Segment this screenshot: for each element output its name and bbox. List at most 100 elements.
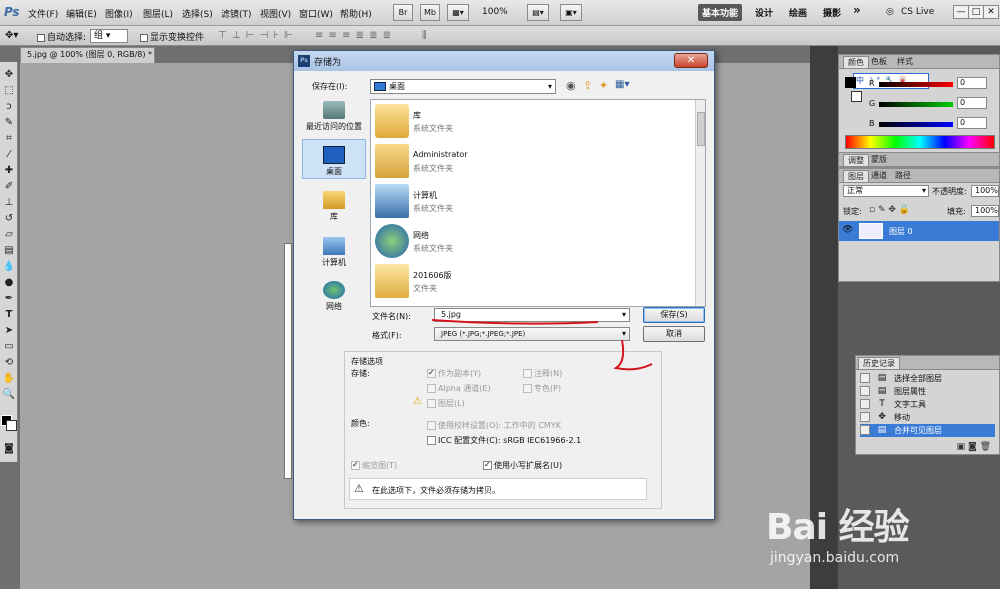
history-item[interactable]: ▤ 图层属性 [860, 385, 995, 398]
fill-field[interactable]: 100% [971, 205, 999, 217]
move-tool-icon[interactable]: ✥▾ [5, 30, 18, 41]
3d-rotate-tool-icon[interactable]: ⟲ [2, 356, 16, 370]
workspace-design[interactable]: 设计 [755, 6, 773, 19]
dialog-title-bar[interactable]: Ps 存储为 ✕ [294, 51, 714, 71]
arrange-documents-button[interactable]: ▤▾ [527, 4, 549, 21]
place-network[interactable]: 网络 [302, 281, 366, 312]
pen-tool-icon[interactable]: ✒ [2, 292, 16, 306]
file-item[interactable]: 计算机 系统文件夹 [375, 184, 525, 220]
format-select[interactable]: JPEG (*.JPG;*.JPEG;*.JPE) ▾ [434, 327, 630, 341]
quick-mask-icon[interactable]: ◙ [2, 442, 16, 456]
lowercase-extension-checkbox[interactable]: 使用小写扩展名(U) [483, 460, 562, 471]
blur-tool-icon[interactable]: 💧 [2, 260, 16, 274]
screen-mode-button[interactable]: ▣▾ [560, 4, 582, 21]
stamp-tool-icon[interactable]: ⊥ [2, 196, 16, 210]
eraser-tool-icon[interactable]: ▱ [2, 228, 16, 242]
file-list[interactable]: 库 系统文件夹 Administrator 系统文件夹 计算机 系统文件夹 网络… [370, 99, 706, 307]
close-button[interactable]: ✕ [983, 5, 999, 19]
checkbox-icon[interactable] [860, 399, 870, 409]
view-menu-icon[interactable]: ▦▾ [615, 79, 629, 90]
gradient-tool-icon[interactable]: ▤ [2, 244, 16, 258]
thumbnail-checkbox[interactable]: 缩览图(T) [351, 460, 397, 471]
healing-brush-icon[interactable]: ✚ [2, 164, 16, 178]
cs-live-button[interactable]: CS Live [901, 7, 934, 17]
zoom-tool-icon[interactable]: 🔍 [2, 388, 16, 402]
icc-profile-checkbox[interactable]: ICC 配置文件(C): sRGB IEC61966-2.1 [427, 435, 581, 446]
align-icons[interactable]: ⊤ ⊥ ⊢ ⊣ ⊦ ⊩ [218, 30, 294, 41]
lock-icons[interactable]: ▫ ✎ ✥ 🔒 [869, 205, 910, 215]
maximize-button[interactable]: □ [968, 5, 984, 19]
menu-file[interactable]: 文件(F) [28, 7, 58, 20]
save-in-dropdown[interactable]: 桌面 ▾ [370, 79, 556, 94]
layer-name[interactable]: 图层 0 [889, 226, 913, 237]
up-folder-icon[interactable]: ⇪ [583, 79, 592, 92]
history-item[interactable]: ✥ 移动 [860, 411, 995, 424]
mini-bridge-button[interactable]: Mb [420, 4, 440, 21]
blue-value[interactable]: 0 [957, 117, 987, 129]
marquee-tool-icon[interactable]: ⬚ [2, 84, 16, 98]
menu-view[interactable]: 视图(V) [260, 7, 291, 20]
zoom-level[interactable]: 100% [482, 7, 508, 17]
red-value[interactable]: 0 [957, 77, 987, 89]
bg-color-chip[interactable] [851, 91, 862, 102]
more-workspaces-button[interactable]: » [853, 3, 861, 17]
new-folder-icon[interactable]: ✦ [599, 79, 608, 92]
save-button[interactable]: 保存(S) [643, 307, 705, 323]
menu-filter[interactable]: 滤镜(T) [221, 7, 252, 20]
filename-input[interactable]: 5.jpg ▾ [434, 308, 630, 322]
minimize-button[interactable]: — [953, 5, 969, 19]
move-tool-icon[interactable]: ✥ [2, 68, 16, 82]
view-extras-button[interactable]: ▦▾ [447, 4, 469, 21]
workspace-painting[interactable]: 绘画 [789, 6, 807, 19]
tab-masks[interactable]: 蒙版 [867, 154, 891, 166]
auto-align-icon[interactable]: ⫼ [422, 30, 428, 41]
place-desktop[interactable]: 桌面 [302, 139, 366, 179]
history-item[interactable]: T 文字工具 [860, 398, 995, 411]
place-recent[interactable]: 最近访问的位置 [302, 101, 366, 132]
blue-bar[interactable] [879, 122, 953, 127]
bridge-button[interactable]: Br [393, 4, 413, 21]
checkbox-icon[interactable] [860, 373, 870, 383]
checkbox-icon[interactable] [860, 425, 870, 435]
file-list-scrollbar[interactable] [695, 100, 705, 306]
path-select-tool-icon[interactable]: ➤ [2, 324, 16, 338]
crop-tool-icon[interactable]: ⌗ [2, 132, 16, 146]
cancel-button[interactable]: 取消 [643, 326, 705, 342]
dialog-close-button[interactable]: ✕ [674, 53, 708, 68]
history-brush-icon[interactable]: ↺ [2, 212, 16, 226]
spot-colors-checkbox[interactable]: 专色(P) [523, 383, 561, 394]
opacity-field[interactable]: 100% [971, 185, 999, 197]
eyedropper-tool-icon[interactable]: ⁄ [2, 148, 16, 162]
back-icon[interactable]: ◉ [566, 79, 576, 92]
save-as-copy-checkbox[interactable]: 作为副本(Y) [427, 368, 481, 379]
color-spectrum[interactable] [845, 135, 995, 149]
place-library[interactable]: 库 [302, 191, 366, 222]
menu-window[interactable]: 窗口(W) [299, 7, 333, 20]
alpha-channels-checkbox[interactable]: Alpha 通道(E) [427, 383, 491, 394]
checkbox-icon[interactable] [860, 386, 870, 396]
history-item-selected[interactable]: ▤ 合并可见图层 [860, 424, 995, 437]
distribute-icons[interactable]: ≡ ≡ ≡ ≣ ≣ ≣ [315, 30, 392, 41]
tab-styles[interactable]: 样式 [893, 56, 917, 68]
lasso-tool-icon[interactable]: ↄ [2, 100, 16, 114]
eye-icon[interactable]: 👁 [842, 225, 853, 235]
blend-mode-select[interactable]: 正常 ▾ [843, 185, 929, 197]
brush-tool-icon[interactable]: ✐ [2, 180, 16, 194]
green-value[interactable]: 0 [957, 97, 987, 109]
tab-swatches[interactable]: 色板 [867, 56, 891, 68]
workspace-essentials[interactable]: 基本功能 [698, 4, 743, 21]
menu-image[interactable]: 图像(I) [105, 7, 133, 20]
green-bar[interactable] [879, 102, 953, 107]
menu-edit[interactable]: 编辑(E) [66, 7, 97, 20]
history-item[interactable]: ▤ 选择全部图层 [860, 372, 995, 385]
menu-select[interactable]: 选择(S) [182, 7, 213, 20]
menu-layer[interactable]: 图层(L) [143, 7, 173, 20]
tab-paths[interactable]: 路径 [891, 170, 915, 182]
tab-color[interactable]: 颜色 [843, 56, 869, 68]
workspace-photography[interactable]: 摄影 [823, 6, 841, 19]
quick-select-tool-icon[interactable]: ✎ [2, 116, 16, 130]
file-item[interactable]: 库 系统文件夹 [375, 104, 525, 140]
place-computer[interactable]: 计算机 [302, 237, 366, 268]
show-transform-checkbox[interactable]: 显示变换控件 [140, 30, 204, 43]
red-bar[interactable] [879, 82, 953, 87]
